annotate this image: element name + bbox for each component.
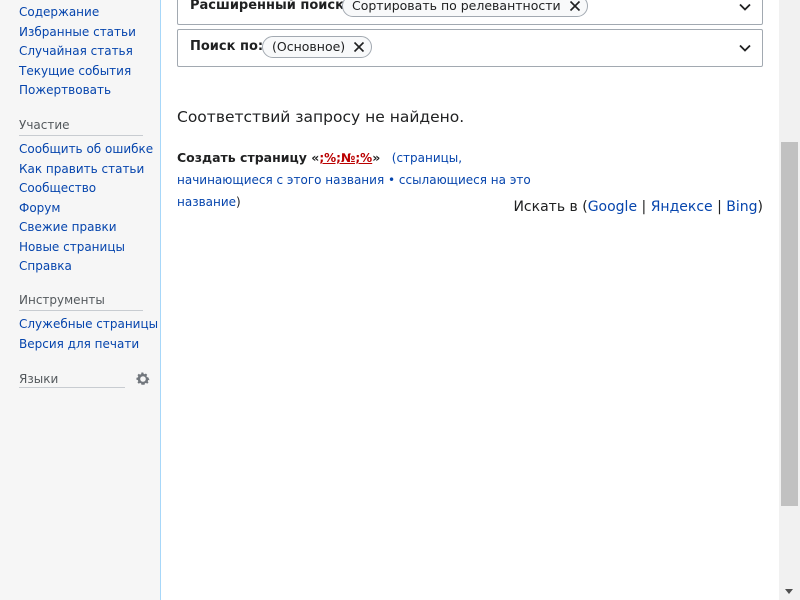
google-link[interactable]: Google <box>588 199 637 215</box>
close-paren: ) <box>236 195 241 209</box>
external-search-prefix: Искать в ( <box>513 199 588 215</box>
sidebar-tools: Инструменты Служебные страницы Версия дл… <box>0 292 160 354</box>
namespace-label: Поиск по: <box>190 39 264 54</box>
sidebar-item-how-to-edit[interactable]: Как править статьи <box>0 160 160 180</box>
sidebar-item-contents[interactable]: Содержание <box>0 3 160 23</box>
gear-icon[interactable] <box>135 371 151 387</box>
main-namespace-chip-label: (Основное) <box>272 39 346 54</box>
no-results-message: Соответствий запросу не найдено. <box>177 108 465 126</box>
main-namespace-chip[interactable]: (Основное) <box>262 36 373 58</box>
create-page-suffix: » <box>372 150 381 165</box>
languages-heading: Языки <box>19 369 125 388</box>
sidebar-item-report-error[interactable]: Сообщить об ошибке <box>0 140 160 160</box>
participation-heading: Участие <box>19 117 143 136</box>
external-search-suffix: ) <box>757 199 763 215</box>
create-page-prefix: Создать страницу « <box>177 150 320 165</box>
separator: | <box>637 199 651 215</box>
sidebar-item-special-pages[interactable]: Служебные страницы <box>0 315 160 335</box>
sidebar-item-donate[interactable]: Пожертвовать <box>0 81 160 101</box>
tools-heading: Инструменты <box>19 292 143 311</box>
sidebar-item-forum[interactable]: Форум <box>0 199 160 219</box>
sidebar-item-help[interactable]: Справка <box>0 257 160 277</box>
separator: | <box>712 199 727 215</box>
chevron-down-icon[interactable] <box>738 0 752 14</box>
sidebar-item-recent-changes[interactable]: Свежие правки <box>0 218 160 238</box>
sort-relevance-chip[interactable]: Сортировать по релевантности <box>342 0 588 17</box>
create-page-block: Создать страницу «;%;№;%» (страницы, нач… <box>177 147 557 213</box>
close-icon[interactable] <box>569 0 581 12</box>
chevron-down-icon[interactable] <box>738 41 752 55</box>
page-scrollbar[interactable] <box>779 0 800 600</box>
external-search: Искать в (Google | Яндексе | Bing) <box>513 199 763 215</box>
sidebar-item-printable-version[interactable]: Версия для печати <box>0 335 160 355</box>
bullet-separator: • <box>384 173 399 187</box>
sidebar-participation: Участие Сообщить об ошибке Как править с… <box>0 117 160 277</box>
namespace-search-box[interactable]: Поиск по: (Основное) <box>177 29 763 67</box>
advanced-search-box[interactable]: Расширенный поиск: Сортировать по релева… <box>177 0 763 25</box>
sidebar-item-featured[interactable]: Избранные статьи <box>0 23 160 43</box>
main-content: Расширенный поиск: Сортировать по релева… <box>161 0 779 600</box>
sort-relevance-chip-label: Сортировать по релевантности <box>352 0 561 13</box>
sidebar: Содержание Избранные статьи Случайная ст… <box>0 0 161 600</box>
sidebar-item-current-events[interactable]: Текущие события <box>0 62 160 82</box>
close-icon[interactable] <box>353 41 365 53</box>
yandex-link[interactable]: Яндексе <box>651 199 713 215</box>
sidebar-languages: Языки <box>19 369 151 391</box>
advanced-search-label: Расширенный поиск: <box>190 0 350 13</box>
scroll-down-arrow-icon[interactable] <box>785 589 793 594</box>
sidebar-navigation: Содержание Избранные статьи Случайная ст… <box>0 3 160 101</box>
sidebar-item-random[interactable]: Случайная статья <box>0 42 160 62</box>
scrollbar-thumb[interactable] <box>781 142 798 506</box>
bing-link[interactable]: Bing <box>726 199 757 215</box>
create-page-link[interactable]: ;%;№;% <box>319 151 372 165</box>
sidebar-item-community[interactable]: Сообщество <box>0 179 160 199</box>
sidebar-item-new-pages[interactable]: Новые страницы <box>0 238 160 258</box>
